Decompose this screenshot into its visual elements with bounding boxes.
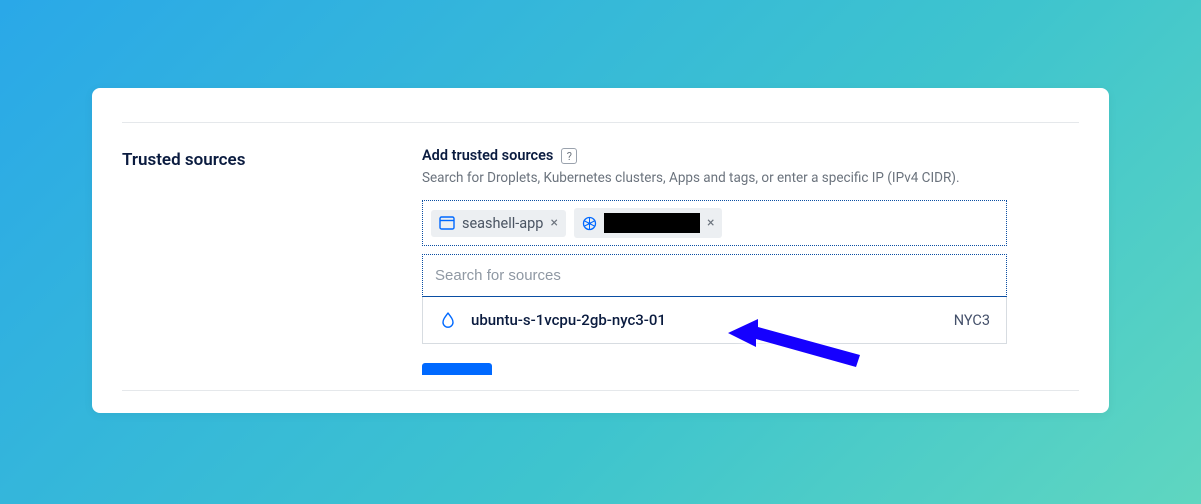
right-column: Add trusted sources ? Search for Droplet… xyxy=(422,148,1079,344)
help-icon[interactable]: ? xyxy=(561,148,577,164)
divider xyxy=(122,390,1079,391)
divider xyxy=(122,122,1079,123)
trusted-sources-panel: Trusted sources Add trusted sources ? Se… xyxy=(92,88,1109,413)
dropdown-item-region: NYC3 xyxy=(954,312,990,329)
field-help-text: Search for Droplets, Kubernetes clusters… xyxy=(422,170,1079,186)
left-column: Trusted sources xyxy=(122,148,422,344)
chip-label-redacted xyxy=(604,213,700,233)
source-chip[interactable]: seashell-app × xyxy=(431,210,566,237)
source-chip[interactable]: × xyxy=(574,208,722,238)
kubernetes-icon xyxy=(582,216,597,231)
chip-remove-icon[interactable]: × xyxy=(707,216,714,230)
section-title: Trusted sources xyxy=(122,150,422,170)
droplet-icon xyxy=(439,311,457,329)
dropdown-item-name: ubuntu-s-1vcpu-2gb-nyc3-01 xyxy=(471,311,954,329)
field-label: Add trusted sources xyxy=(422,149,553,164)
chip-remove-icon[interactable]: × xyxy=(550,216,557,230)
search-dropdown: ubuntu-s-1vcpu-2gb-nyc3-01 NYC3 xyxy=(422,297,1007,344)
search-row[interactable] xyxy=(422,254,1007,297)
search-input[interactable] xyxy=(423,255,1006,296)
dropdown-item[interactable]: ubuntu-s-1vcpu-2gb-nyc3-01 NYC3 xyxy=(423,297,1006,343)
chip-label: seashell-app xyxy=(462,215,543,232)
source-chips-input[interactable]: seashell-app × xyxy=(422,200,1007,246)
primary-button-peek[interactable] xyxy=(422,363,492,375)
app-icon xyxy=(439,216,455,230)
content-row: Trusted sources Add trusted sources ? Se… xyxy=(122,148,1079,344)
field-label-row: Add trusted sources ? xyxy=(422,148,1079,164)
